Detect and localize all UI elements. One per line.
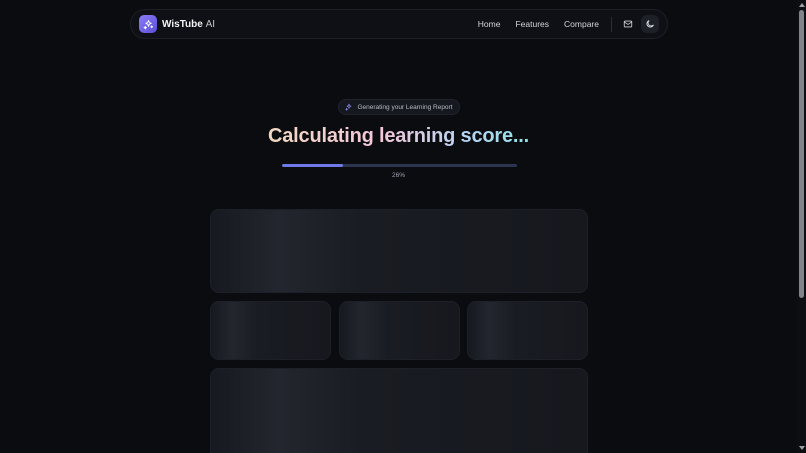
sparkles-icon (143, 19, 153, 29)
page-title-text: Calculating learning score... (268, 125, 529, 147)
mail-button[interactable] (619, 15, 637, 33)
nav-compare[interactable]: Compare (564, 19, 599, 29)
progress-fill (282, 164, 344, 167)
skeleton-stat-card (467, 301, 588, 360)
scroll-up-icon[interactable] (799, 3, 805, 7)
moon-icon (646, 20, 654, 28)
status-badge-text: Generating your Learning Report (357, 103, 453, 111)
brand-title: WisTube (162, 18, 203, 30)
scrollbar[interactable] (797, 0, 806, 453)
page-title: Calculating learning score... (0, 125, 797, 148)
navbar: WisTube AI Home Features Compare (130, 9, 668, 39)
theme-toggle-button[interactable] (641, 15, 659, 33)
sparkles-icon (345, 103, 352, 111)
brand-suffix: AI (205, 18, 216, 30)
skeleton-stat-card (339, 301, 460, 360)
skeleton-summary-card (210, 209, 588, 293)
nav-divider (611, 16, 612, 32)
skeleton-details-card (210, 368, 588, 453)
skeleton-stat-card (210, 301, 331, 360)
status-badge: Generating your Learning Report (338, 99, 460, 115)
mail-icon (623, 20, 633, 28)
nav-links: Home Features Compare (478, 19, 599, 29)
scrollbar-thumb[interactable] (799, 10, 804, 298)
progress-percent: 26% (391, 172, 405, 179)
nav-features[interactable]: Features (515, 19, 549, 29)
brand-name[interactable]: WisTube AI (162, 19, 215, 30)
scroll-down-icon[interactable] (799, 446, 805, 450)
logo[interactable] (139, 15, 157, 33)
nav-home[interactable]: Home (478, 19, 501, 29)
progress-bar (282, 164, 517, 167)
